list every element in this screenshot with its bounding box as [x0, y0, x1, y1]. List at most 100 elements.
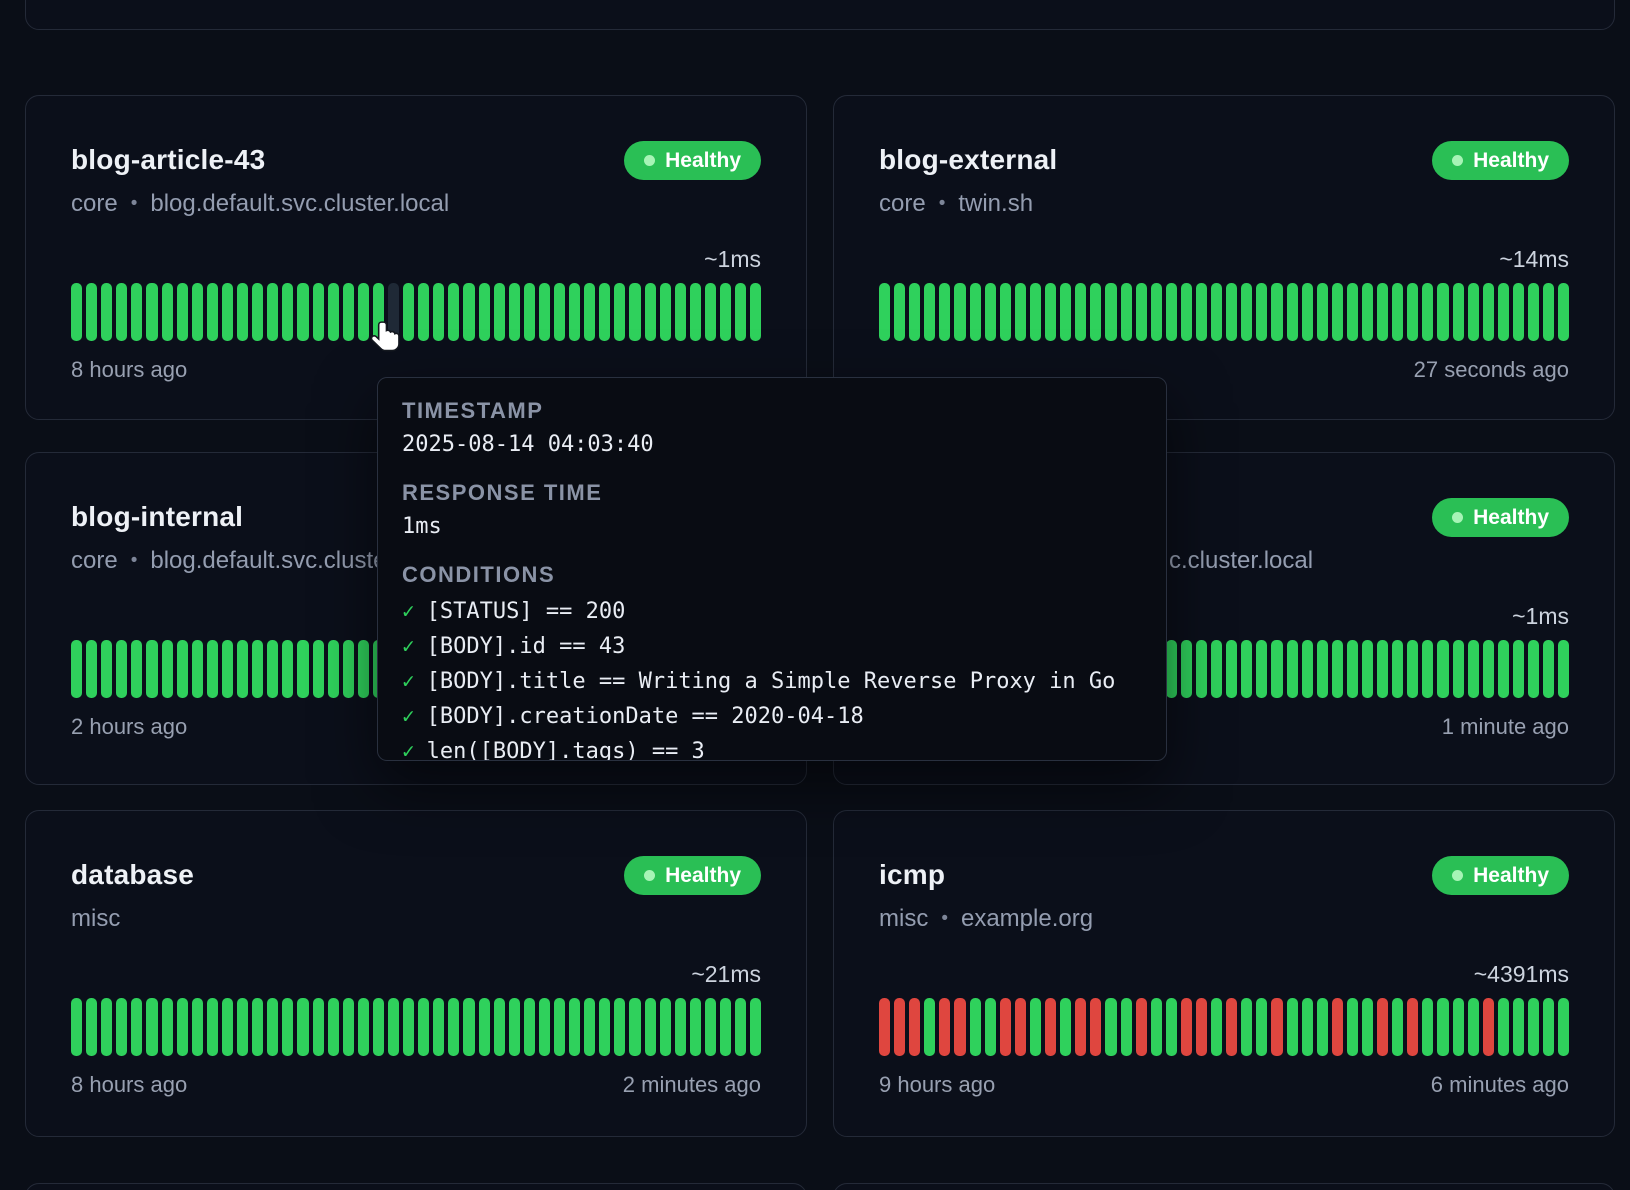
- uptime-bar[interactable]: [569, 998, 580, 1056]
- endpoint-card-blog-article-43[interactable]: blog-article-43 Healthy core • blog.defa…: [25, 95, 807, 420]
- uptime-bar[interactable]: [192, 283, 203, 341]
- uptime-bar[interactable]: [1347, 998, 1358, 1056]
- uptime-bar[interactable]: [1317, 640, 1328, 698]
- uptime-bar[interactable]: [524, 998, 535, 1056]
- uptime-bar[interactable]: [1166, 283, 1177, 341]
- uptime-bar[interactable]: [629, 998, 640, 1056]
- uptime-bar[interactable]: [267, 640, 278, 698]
- uptime-bar[interactable]: [970, 283, 981, 341]
- uptime-bar[interactable]: [418, 998, 429, 1056]
- uptime-bar[interactable]: [1422, 283, 1433, 341]
- uptime-bar[interactable]: [1105, 998, 1116, 1056]
- uptime-bar[interactable]: [1151, 998, 1162, 1056]
- uptime-bar[interactable]: [970, 998, 981, 1056]
- uptime-bar[interactable]: [1317, 283, 1328, 341]
- uptime-bar[interactable]: [1226, 283, 1237, 341]
- uptime-bar[interactable]: [985, 998, 996, 1056]
- uptime-bar[interactable]: [1256, 640, 1267, 698]
- uptime-bar[interactable]: [1287, 640, 1298, 698]
- uptime-bar[interactable]: [463, 998, 474, 1056]
- uptime-bar[interactable]: [524, 283, 535, 341]
- uptime-bar[interactable]: [924, 283, 935, 341]
- uptime-bar[interactable]: [1075, 283, 1086, 341]
- uptime-bar[interactable]: [554, 283, 565, 341]
- uptime-bar[interactable]: [599, 998, 610, 1056]
- uptime-bar[interactable]: [162, 998, 173, 1056]
- uptime-bar[interactable]: [177, 640, 188, 698]
- uptime-bar[interactable]: [433, 998, 444, 1056]
- uptime-bar[interactable]: [1483, 998, 1494, 1056]
- uptime-bar[interactable]: [1483, 640, 1494, 698]
- uptime-bar[interactable]: [1543, 283, 1554, 341]
- uptime-bar[interactable]: [1453, 998, 1464, 1056]
- uptime-bar[interactable]: [328, 640, 339, 698]
- uptime-bar[interactable]: [1030, 998, 1041, 1056]
- uptime-bar[interactable]: [939, 998, 950, 1056]
- uptime-bar[interactable]: [388, 998, 399, 1056]
- uptime-bar[interactable]: [1468, 998, 1479, 1056]
- uptime-bar[interactable]: [433, 283, 444, 341]
- uptime-bar[interactable]: [629, 283, 640, 341]
- uptime-bar[interactable]: [1136, 283, 1147, 341]
- uptime-bar[interactable]: [1302, 998, 1313, 1056]
- uptime-bar[interactable]: [343, 283, 354, 341]
- uptime-bar[interactable]: [1332, 640, 1343, 698]
- uptime-bar[interactable]: [1241, 640, 1252, 698]
- endpoint-card-database[interactable]: database Healthy misc ~21ms 8 hours ago …: [25, 810, 807, 1137]
- uptime-bar[interactable]: [614, 283, 625, 341]
- uptime-bar[interactable]: [1407, 283, 1418, 341]
- uptime-bar[interactable]: [614, 998, 625, 1056]
- uptime-bar[interactable]: [297, 640, 308, 698]
- uptime-bar[interactable]: [162, 640, 173, 698]
- uptime-bar[interactable]: [1105, 283, 1116, 341]
- uptime-bar[interactable]: [222, 283, 233, 341]
- uptime-bar[interactable]: [101, 998, 112, 1056]
- uptime-bar[interactable]: [1543, 640, 1554, 698]
- uptime-bar[interactable]: [343, 640, 354, 698]
- uptime-bar[interactable]: [1422, 998, 1433, 1056]
- uptime-bar[interactable]: [1377, 640, 1388, 698]
- uptime-bar[interactable]: [1271, 283, 1282, 341]
- uptime-bar[interactable]: [237, 283, 248, 341]
- uptime-bar[interactable]: [1166, 998, 1177, 1056]
- uptime-bar[interactable]: [1271, 640, 1282, 698]
- uptime-bar[interactable]: [1422, 640, 1433, 698]
- uptime-bar[interactable]: [1558, 998, 1569, 1056]
- uptime-bar[interactable]: [448, 283, 459, 341]
- uptime-bar[interactable]: [554, 998, 565, 1056]
- uptime-bar[interactable]: [358, 998, 369, 1056]
- uptime-bar[interactable]: [879, 283, 890, 341]
- uptime-bar[interactable]: [645, 998, 656, 1056]
- uptime-bar[interactable]: [252, 283, 263, 341]
- uptime-bar[interactable]: [1196, 998, 1207, 1056]
- uptime-bar[interactable]: [1453, 640, 1464, 698]
- uptime-bar[interactable]: [237, 640, 248, 698]
- uptime-bar[interactable]: [1362, 998, 1373, 1056]
- uptime-bar[interactable]: [750, 283, 761, 341]
- uptime-bar[interactable]: [131, 283, 142, 341]
- uptime-bar[interactable]: [894, 283, 905, 341]
- uptime-bar[interactable]: [1513, 998, 1524, 1056]
- uptime-bar[interactable]: [1287, 998, 1298, 1056]
- uptime-bar[interactable]: [1347, 640, 1358, 698]
- endpoint-card-icmp[interactable]: icmp Healthy misc • example.org ~4391ms …: [833, 810, 1615, 1137]
- uptime-bar[interactable]: [1407, 998, 1418, 1056]
- uptime-bar[interactable]: [1437, 998, 1448, 1056]
- uptime-bar[interactable]: [1302, 640, 1313, 698]
- uptime-bar[interactable]: [1090, 283, 1101, 341]
- uptime-bar[interactable]: [954, 283, 965, 341]
- uptime-bar[interactable]: [1332, 998, 1343, 1056]
- uptime-bar[interactable]: [1392, 283, 1403, 341]
- uptime-bar[interactable]: [1060, 998, 1071, 1056]
- uptime-bar[interactable]: [131, 998, 142, 1056]
- uptime-bar[interactable]: [192, 998, 203, 1056]
- uptime-bar[interactable]: [879, 998, 890, 1056]
- uptime-bar[interactable]: [403, 998, 414, 1056]
- uptime-bar[interactable]: [705, 998, 716, 1056]
- uptime-bar[interactable]: [750, 998, 761, 1056]
- uptime-bar[interactable]: [328, 283, 339, 341]
- uptime-bar[interactable]: [1437, 283, 1448, 341]
- uptime-bar[interactable]: [463, 283, 474, 341]
- uptime-bar[interactable]: [328, 998, 339, 1056]
- uptime-bar[interactable]: [954, 998, 965, 1056]
